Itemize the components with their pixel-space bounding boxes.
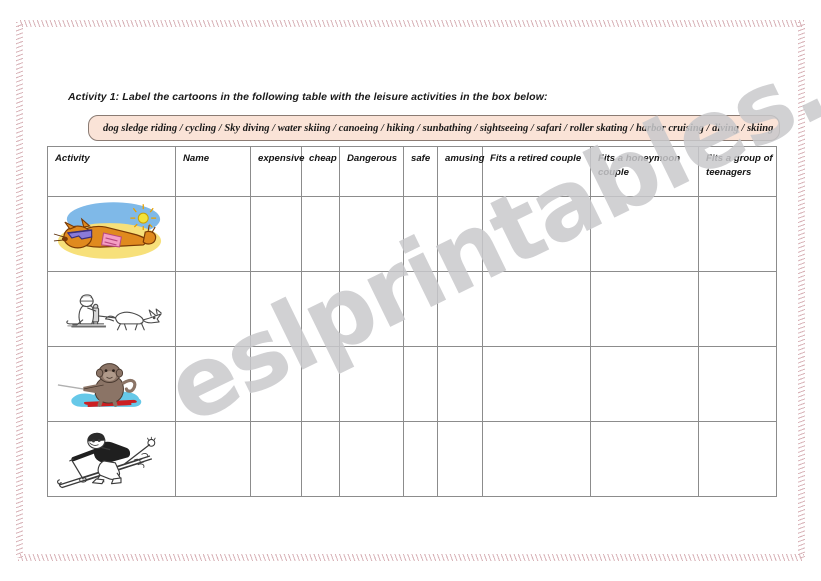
answer-cell-safe[interactable]: [403, 271, 438, 347]
answer-cell-expensive[interactable]: [250, 346, 302, 422]
answer-cell-safe[interactable]: [403, 421, 438, 497]
answer-cell-amusing[interactable]: [437, 421, 483, 497]
column-header-safe: safe: [403, 146, 438, 197]
table-row: sunbathing-cartoon: [47, 196, 777, 272]
answer-cell-group-of-teenagers[interactable]: [698, 346, 777, 422]
dog-sledge-riding-cartoon-icon: [66, 294, 162, 331]
answer-cell-cheap[interactable]: [301, 196, 340, 272]
answer-cell-retired-couple[interactable]: [482, 346, 591, 422]
answer-cell-honeymoon-couple[interactable]: [590, 346, 699, 422]
table-row: water-skiing-cartoon: [47, 346, 777, 422]
answer-cell-name[interactable]: [175, 271, 251, 347]
answer-cell-honeymoon-couple[interactable]: [590, 421, 699, 497]
column-header-fits-group-of-teenagers: Fits a group of teenagers: [698, 146, 777, 197]
answer-cell-honeymoon-couple[interactable]: [590, 196, 699, 272]
answer-cell-name[interactable]: [175, 346, 251, 422]
answer-cell-group-of-teenagers[interactable]: [698, 421, 777, 497]
column-header-cheap: cheap: [301, 146, 340, 197]
answer-cell-name[interactable]: [175, 421, 251, 497]
answer-cell-retired-couple[interactable]: [482, 196, 591, 272]
table-header-row: Activity Name expensive cheap Dangerous …: [47, 146, 777, 197]
cartoon-cell-skiing: skiing-cartoon: [47, 421, 176, 497]
answer-cell-retired-couple[interactable]: [482, 421, 591, 497]
answer-cell-safe[interactable]: [403, 346, 438, 422]
answer-cell-dangerous[interactable]: [339, 196, 404, 272]
answer-cell-retired-couple[interactable]: [482, 271, 591, 347]
answer-cell-group-of-teenagers[interactable]: [698, 196, 777, 272]
answer-cell-amusing[interactable]: [437, 196, 483, 272]
activities-table: Activity Name expensive cheap Dangerous …: [47, 146, 777, 497]
cartoon-cell-water-skiing: water-skiing-cartoon: [47, 346, 176, 422]
answer-cell-dangerous[interactable]: [339, 346, 404, 422]
answer-cell-dangerous[interactable]: [339, 421, 404, 497]
answer-cell-expensive[interactable]: [250, 421, 302, 497]
skiing-cartoon-icon: [57, 432, 156, 489]
worksheet-content: Activity 1: Label the cartoons in the fo…: [0, 0, 821, 581]
activity-instruction: Activity 1: Label the cartoons in the fo…: [68, 91, 548, 103]
worksheet-page: Activity 1: Label the cartoons in the fo…: [0, 0, 821, 581]
answer-cell-expensive[interactable]: [250, 271, 302, 347]
column-header-fits-retired-couple: Fits a retired couple: [482, 146, 591, 197]
column-header-name: Name: [175, 146, 251, 197]
answer-cell-name[interactable]: [175, 196, 251, 272]
column-header-dangerous: Dangerous: [339, 146, 404, 197]
answer-cell-honeymoon-couple[interactable]: [590, 271, 699, 347]
answer-cell-dangerous[interactable]: [339, 271, 404, 347]
answer-cell-safe[interactable]: [403, 196, 438, 272]
table-row: dog-sledge-riding-cartoon: [47, 271, 777, 347]
answer-cell-amusing[interactable]: [437, 271, 483, 347]
answer-cell-expensive[interactable]: [250, 196, 302, 272]
cartoon-cell-sunbathing: sunbathing-cartoon: [47, 196, 176, 272]
sunbathing-cartoon-icon: [53, 202, 162, 259]
answer-cell-cheap[interactable]: [301, 421, 340, 497]
answer-cell-cheap[interactable]: [301, 271, 340, 347]
answer-cell-cheap[interactable]: [301, 346, 340, 422]
column-header-expensive: expensive: [250, 146, 304, 197]
word-bank-box: dog sledge riding / cycling / Sky diving…: [88, 115, 780, 141]
column-header-fits-honeymoon-couple: Fits a honeymoon couple: [590, 146, 699, 197]
answer-cell-group-of-teenagers[interactable]: [698, 271, 777, 347]
word-bank-text: dog sledge riding / cycling / Sky diving…: [103, 122, 774, 134]
column-header-amusing: amusing: [437, 146, 484, 197]
column-header-activity: Activity: [47, 146, 176, 197]
cartoon-cell-dog-sledge-riding: dog-sledge-riding-cartoon: [47, 271, 176, 347]
table-row: skiing-cartoon: [47, 421, 777, 497]
water-skiing-cartoon-icon: [57, 363, 142, 408]
answer-cell-amusing[interactable]: [437, 346, 483, 422]
